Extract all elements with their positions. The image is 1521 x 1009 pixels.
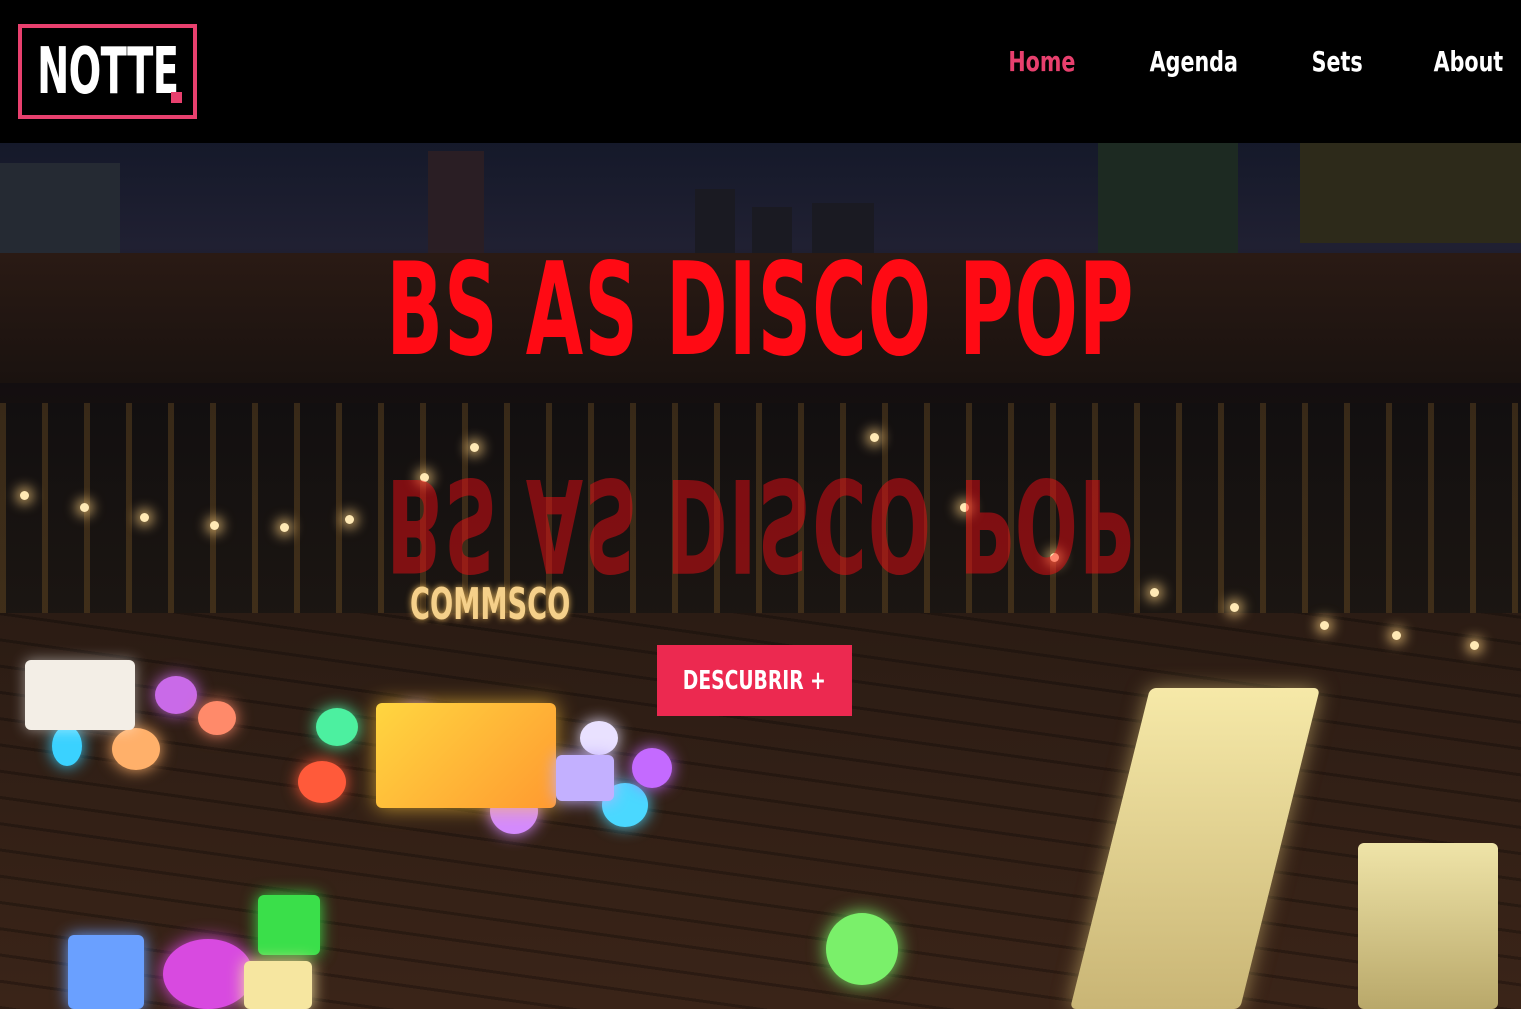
string-light [20,491,29,500]
logo-accent-dot [171,92,182,103]
nav-agenda[interactable]: Agenda [1150,45,1238,78]
string-light [280,523,289,532]
string-light [1230,603,1239,612]
string-light [1320,621,1329,630]
glow-seat [316,708,358,746]
string-light [870,433,879,442]
glow-cube [556,755,614,801]
glow-seat [198,701,236,735]
string-light [1150,588,1159,597]
glow-cube [68,935,144,1009]
nav-about[interactable]: About [1434,45,1504,78]
glow-seat [112,728,160,770]
hero-title: BS AS DISCO POP [386,236,1135,385]
discover-button[interactable]: DESCUBRIR + [657,645,852,716]
glow-seat [298,761,346,803]
glow-seat [155,676,197,714]
logo-text: NOTTE [36,34,179,109]
hero-banner: COMMSCO BS AS DISCO POP BS AS DISCO POP … [0,143,1521,1009]
string-light [1470,641,1479,650]
string-light [80,503,89,512]
string-light [210,521,219,530]
string-light [140,513,149,522]
bar-counter [1358,843,1498,1009]
notte-logo[interactable]: NOTTE [18,24,197,119]
skyline-building [0,163,120,263]
string-light [1392,631,1401,640]
glow-seat [826,913,898,985]
skyline-building [1300,143,1521,243]
glow-seat [580,721,618,755]
nav-home[interactable]: Home [1008,45,1075,78]
discover-button-label: DESCUBRIR + [682,665,827,696]
main-nav: Home Agenda Sets About [943,38,1511,84]
glow-sofa [25,660,135,730]
glow-sofa [376,703,556,808]
glow-cube [244,961,312,1009]
glow-seat [632,748,672,788]
glow-seat [163,939,253,1009]
site-header: NOTTE Home Agenda Sets About [0,0,1521,143]
glow-seat [52,726,82,766]
nav-sets[interactable]: Sets [1311,45,1362,78]
hero-title-reflection: BS AS DISCO POP [386,449,1135,598]
glow-cube [258,895,320,955]
